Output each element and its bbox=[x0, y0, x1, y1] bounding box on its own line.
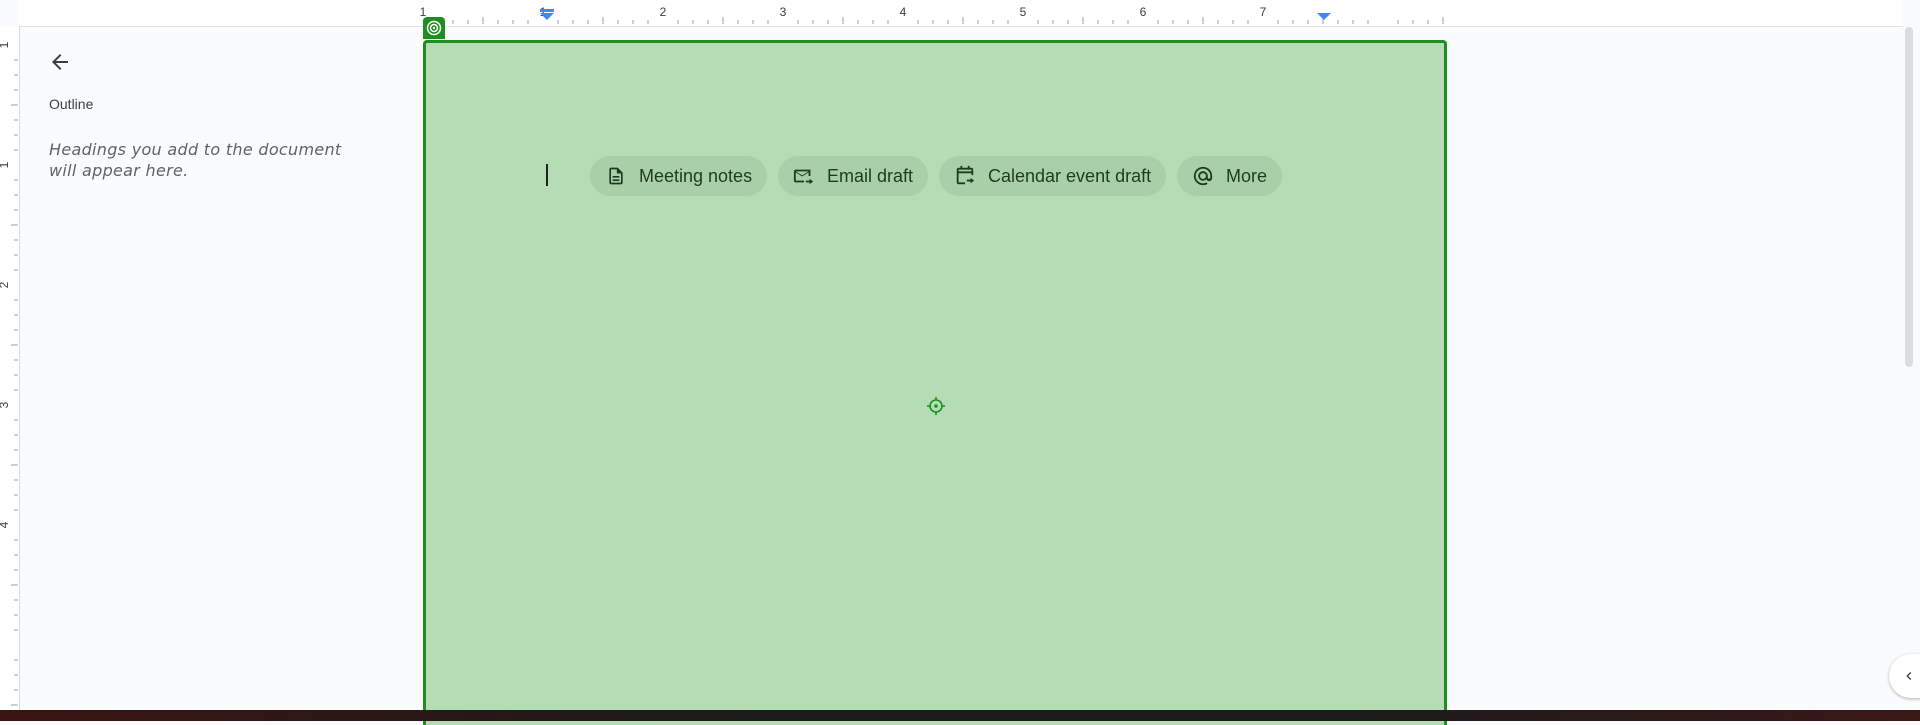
vertical-ruler[interactable]: 1 1 2 3 4 bbox=[0, 26, 20, 710]
horizontal-ruler-ticks: 11234567 bbox=[420, 5, 1444, 24]
more-label: More bbox=[1226, 165, 1268, 186]
email-forward-icon bbox=[792, 164, 816, 188]
calendar-arrow-icon bbox=[953, 164, 977, 188]
ruler-number-label: 1 bbox=[0, 161, 11, 168]
ruler-number-label: 2 bbox=[0, 281, 11, 288]
meeting-notes-label: Meeting notes bbox=[639, 165, 753, 186]
calendar-event-draft-label: Calendar event draft bbox=[988, 165, 1152, 186]
ruler-number-label: 4 bbox=[0, 521, 11, 528]
horizontal-ruler[interactable]: 11234567 bbox=[18, 0, 1903, 27]
ruler-number-label: 5 bbox=[1020, 5, 1027, 19]
email-draft-label: Email draft bbox=[827, 165, 914, 186]
right-indent-marker-icon[interactable] bbox=[1317, 13, 1331, 20]
target-icon bbox=[426, 20, 442, 36]
os-taskbar bbox=[0, 710, 1920, 721]
ruler-number-label: 7 bbox=[1260, 5, 1267, 19]
crosshair-icon bbox=[927, 397, 945, 420]
ruler-number-label: 1 bbox=[0, 41, 11, 48]
document-page[interactable] bbox=[423, 40, 1447, 725]
outline-title: Outline bbox=[49, 96, 94, 112]
more-chip[interactable]: More bbox=[1177, 156, 1283, 196]
document-icon bbox=[604, 164, 628, 188]
vertical-ruler-ticks: 1 1 2 3 4 bbox=[0, 41, 18, 706]
vertical-scrollbar-thumb[interactable] bbox=[1905, 27, 1913, 367]
email-draft-chip[interactable]: Email draft bbox=[778, 156, 929, 196]
ruler-number-label: 6 bbox=[1140, 5, 1147, 19]
ruler-number-label: 3 bbox=[780, 5, 787, 19]
show-side-panel-button[interactable] bbox=[1889, 654, 1920, 698]
ruler-number-label: 4 bbox=[900, 5, 907, 19]
calendar-event-draft-chip[interactable]: Calendar event draft bbox=[939, 156, 1167, 196]
outline-empty-hint: Headings you add to the document will ap… bbox=[49, 140, 342, 180]
meeting-notes-chip[interactable]: Meeting notes bbox=[590, 156, 768, 196]
text-cursor bbox=[546, 164, 548, 186]
chevron-left-icon bbox=[1906, 672, 1912, 680]
arrow-back-icon bbox=[52, 54, 68, 70]
ruler-number-label: 2 bbox=[660, 5, 667, 19]
close-outline-button[interactable] bbox=[40, 42, 80, 82]
at-sign-icon bbox=[1191, 164, 1215, 188]
ruler-number-label: 3 bbox=[0, 401, 11, 408]
overlay-target-badge bbox=[423, 17, 445, 39]
